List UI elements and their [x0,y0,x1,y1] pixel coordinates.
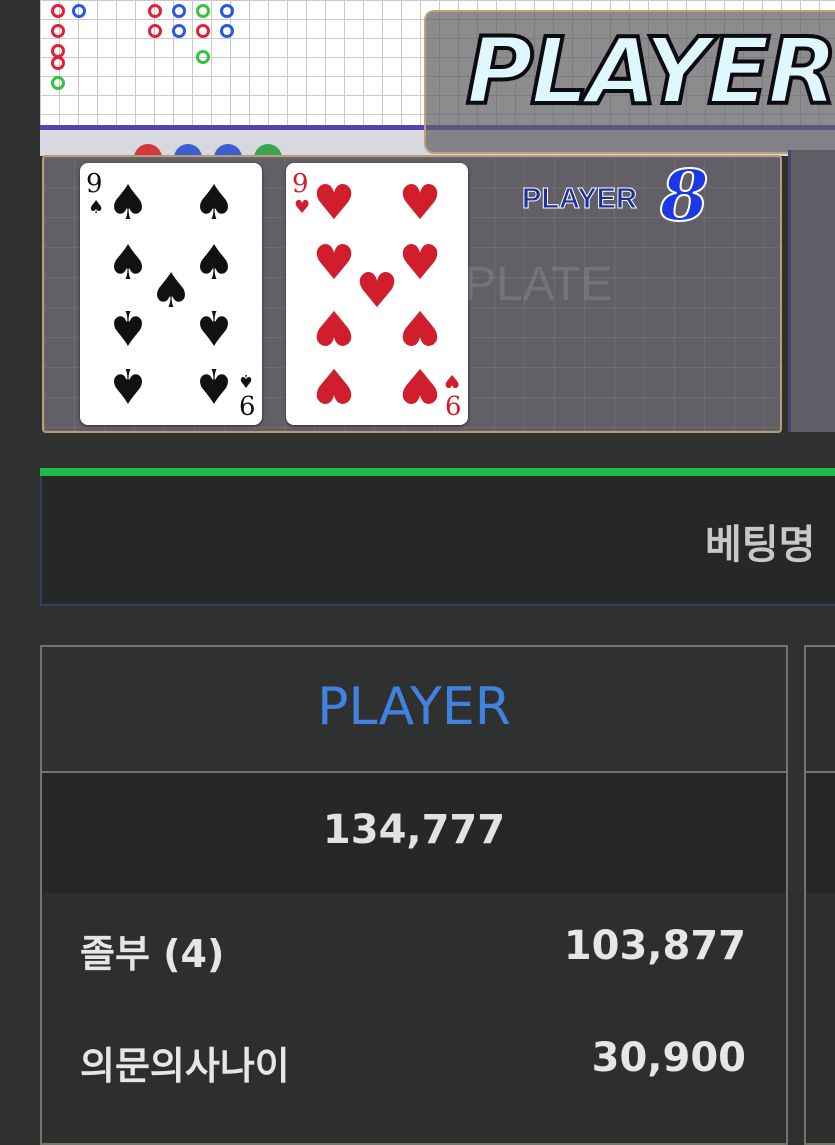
spade-icon: ♠ [88,197,105,218]
spade-icon: ♠ [106,357,150,413]
banker-bead [148,4,162,18]
player-bead [220,4,234,18]
spade-icon: ♠ [149,263,193,319]
plate-watermark: PLATE [464,258,613,311]
card-rank: 9 [292,169,309,199]
card-rank: 9 [86,169,103,199]
bet-amount: 103,877 [563,923,746,969]
table-row: 의문의사나이 30,900 [42,1015,786,1105]
player-score-value: 8 [659,154,710,237]
player-total-row: 134,777 [42,773,786,893]
winner-banner-text: PLAYER [464,18,835,125]
heart-icon: ♥ [398,357,442,413]
heart-icon: ♥ [443,370,460,391]
banker-bet-table [804,645,835,1145]
heart-icon: ♥ [398,175,442,231]
heart-icon: ♥ [312,235,356,291]
player-bead [172,24,186,38]
card-panel: PLATE 9 ♠ 9 ♠ ♠ ♠ ♠ ♠ ♠ ♠ ♠ ♠ ♠ 9 ♥ 9 ♥ … [42,155,782,433]
spade-icon: ♠ [192,235,236,291]
banker-bead [196,24,210,38]
betting-title: 베팅명 [705,522,816,568]
game-area: PLAYER PLATE 9 ♠ 9 ♠ ♠ ♠ ♠ ♠ ♠ ♠ ♠ ♠ ♠ 9… [40,0,835,440]
spade-icon: ♠ [237,370,254,391]
tie-bead [51,76,65,90]
player-table-header: PLAYER [42,647,786,773]
heart-icon: ♥ [355,263,399,319]
spade-icon: ♠ [192,357,236,413]
player-bead [72,4,86,18]
spade-icon: ♠ [106,235,150,291]
player-bead [220,24,234,38]
heart-icon: ♥ [398,299,442,355]
player-total-amount: 134,777 [322,807,506,853]
spade-icon: ♠ [192,299,236,355]
heart-icon: ♥ [294,197,311,218]
card-nine-of-hearts: 9 ♥ 9 ♥ ♥ ♥ ♥ ♥ ♥ ♥ ♥ ♥ ♥ [286,163,468,425]
section-accent-bar [40,468,835,476]
card-rank: 9 [239,389,256,419]
heart-icon: ♥ [398,235,442,291]
heart-icon: ♥ [312,357,356,413]
card-nine-of-spades: 9 ♠ 9 ♠ ♠ ♠ ♠ ♠ ♠ ♠ ♠ ♠ ♠ [80,163,262,425]
spade-icon: ♠ [106,299,150,355]
banker-bead [51,4,65,18]
tie-bead [196,50,210,64]
banker-bead [51,24,65,38]
banker-total-row [806,773,835,893]
winner-banner: PLAYER [424,10,835,154]
tie-bead [196,4,210,18]
heart-icon: ♥ [312,175,356,231]
betting-header: 베팅명 [40,476,835,606]
spade-icon: ♠ [192,175,236,231]
player-score-label: PLAYER [522,183,638,216]
bet-amount: 30,900 [591,1035,746,1081]
side-road-panel [788,150,835,432]
player-bead [172,4,186,18]
spade-icon: ♠ [106,175,150,231]
heart-icon: ♥ [312,299,356,355]
table-row: 졸부 (4) 103,877 [42,903,786,993]
player-table-title: PLAYER [317,677,511,737]
bettor-name: 졸부 (4) [80,932,225,976]
player-bet-table: PLAYER 134,777 졸부 (4) 103,877 의문의사나이 30,… [40,645,788,1145]
banker-bead [148,24,162,38]
bettor-name: 의문의사나이 [80,1044,290,1088]
banker-bead [51,56,65,70]
card-rank: 9 [445,389,462,419]
